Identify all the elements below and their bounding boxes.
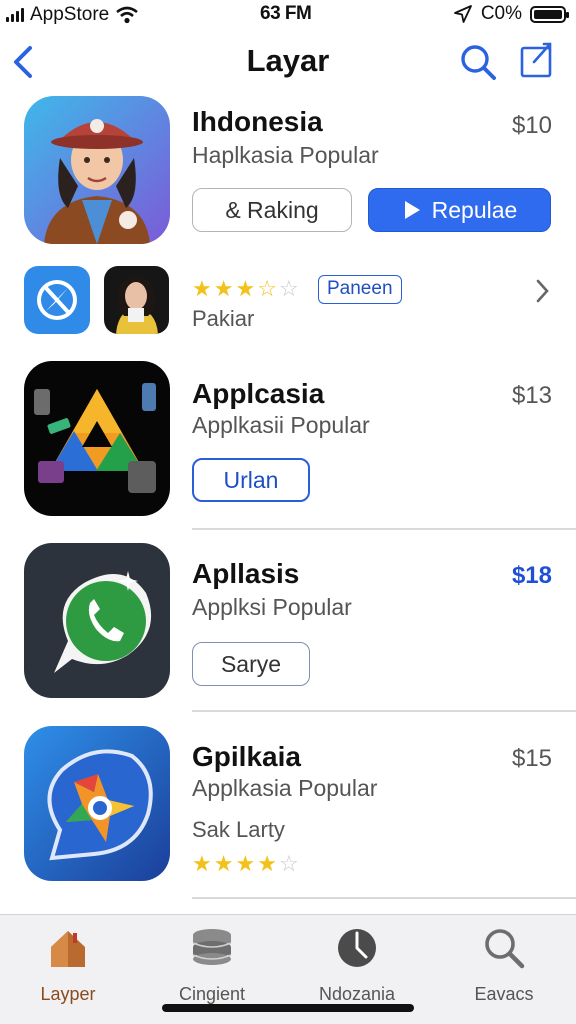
compose-icon[interactable] — [518, 40, 556, 80]
app-price: $15 — [511, 745, 552, 772]
status-left: AppStore — [6, 4, 139, 26]
app-subtitle: Applkasii Popular — [192, 412, 370, 438]
star-filled-icon: ★ — [192, 276, 212, 301]
navigation-bar: Layar — [0, 36, 576, 88]
app-caption: Sak Larty — [192, 817, 285, 842]
house-icon — [51, 931, 85, 967]
rating-stars: ★ ★ ★ ★ ☆ — [192, 853, 299, 875]
wifi-icon — [116, 6, 139, 24]
battery-icon — [530, 5, 569, 23]
tab-eavacs[interactable]: Eavacs — [434, 925, 574, 1005]
tab-ndozania[interactable]: Ndozania — [287, 925, 427, 1005]
app-subtitle: Applksi Popular — [192, 594, 352, 620]
row-divider — [192, 897, 576, 899]
star-filled-icon: ★ — [213, 276, 234, 301]
signal-icon — [6, 8, 24, 22]
app-price: $13 — [511, 382, 552, 409]
search-icon[interactable] — [458, 42, 498, 82]
app-name: Apllasis — [192, 558, 300, 589]
app-subtitle: Applkasia Popular — [192, 775, 378, 801]
app-icon-ihdonesia[interactable] — [24, 96, 170, 244]
row-divider — [192, 528, 576, 530]
app-price: $10 — [511, 112, 552, 139]
status-bar: AppStore 63 FM C0% — [0, 0, 576, 30]
star-empty-icon: ☆ — [278, 851, 299, 876]
star-half-icon: ☆ — [257, 276, 277, 301]
tab-layper[interactable]: Layper — [0, 925, 138, 1005]
home-indicator[interactable] — [162, 1004, 414, 1012]
category-badge[interactable]: Paneen — [318, 275, 402, 304]
app-icon-portrait[interactable] — [104, 266, 169, 334]
tab-cingient[interactable]: Cingient — [142, 925, 282, 1005]
location-icon — [453, 5, 472, 23]
app-name: Gpilkaia — [192, 741, 301, 772]
app-subtitle: Haplkasia Popular — [192, 142, 379, 168]
tab-label: Layper — [40, 984, 96, 1004]
star-filled-icon: ★ — [235, 276, 256, 301]
status-time: 63 FM — [260, 3, 312, 24]
app-row[interactable]: Apllasis Applksi Popular $18 Sarye — [0, 542, 576, 712]
get-button[interactable]: Sarye — [192, 642, 310, 686]
app-name: Applcasia — [192, 378, 325, 409]
star-filled-icon: ★ — [235, 851, 256, 876]
ranking-button[interactable]: & Raking — [192, 188, 352, 232]
stack-icon — [192, 929, 232, 965]
clock-icon — [338, 929, 376, 967]
app-row[interactable]: Gpilkaia Applkasia Popular $15 Sak Larty… — [0, 725, 576, 900]
primary-action-label: Repulae — [431, 196, 518, 223]
chevron-right-icon[interactable] — [532, 276, 552, 306]
carrier-label: AppStore — [30, 4, 110, 25]
tab-label: Eavacs — [474, 984, 534, 1004]
star-empty-icon: ☆ — [278, 276, 299, 301]
search-icon — [485, 929, 525, 969]
app-row[interactable]: Applcasia Applkasii Popular $13 Urlan — [0, 360, 576, 530]
star-filled-icon: ★ — [257, 851, 277, 876]
app-icon-gpilkaia[interactable] — [24, 726, 170, 881]
star-filled-icon: ★ — [192, 851, 212, 876]
row-divider — [192, 710, 576, 712]
tab-label: Ndozania — [318, 984, 396, 1004]
play-icon — [404, 201, 420, 219]
app-price: $18 — [511, 562, 552, 589]
app-icon-applcasia[interactable] — [24, 361, 170, 516]
app-icon-safari-style[interactable] — [24, 266, 90, 334]
app-icon-apllasis[interactable] — [24, 543, 170, 698]
get-button[interactable]: Urlan — [192, 458, 310, 502]
app-name: Ihdonesia — [192, 106, 323, 137]
primary-action-button[interactable]: Repulae — [368, 188, 551, 232]
battery-percent: C0% — [480, 3, 522, 24]
app-caption: Pakiar — [192, 306, 255, 331]
status-right: C0% — [453, 3, 569, 25]
tab-label: Cingient — [178, 984, 246, 1004]
featured-app-row[interactable]: Ihdonesia Haplkasia Popular $10 & Raking… — [0, 96, 576, 346]
star-filled-icon: ★ — [213, 851, 234, 876]
rating-stars: ★ ★ ★ ☆ ☆ — [192, 278, 299, 300]
